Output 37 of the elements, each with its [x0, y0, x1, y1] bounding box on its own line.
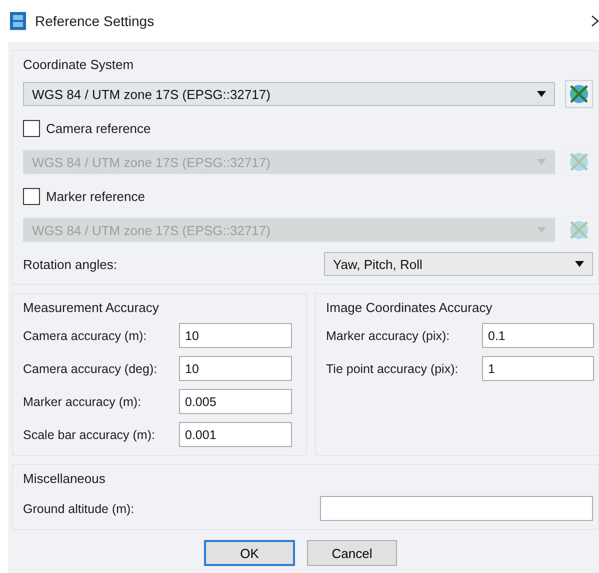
field-label: Rotation angles: [23, 256, 118, 272]
dropdown-arrow-icon [537, 91, 546, 97]
input-field[interactable]: 10 [179, 356, 292, 381]
input-field[interactable]: 0.1 [482, 323, 594, 348]
field-label: Camera accuracy (deg): [23, 362, 158, 376]
rotation-dropdown[interactable]: Yaw, Pitch, Roll [324, 252, 593, 276]
field-label: Scale bar accuracy (m): [23, 428, 156, 442]
group-title: Coordinate System [23, 57, 135, 72]
input-field[interactable]: 0.005 [179, 389, 292, 414]
coordinate-system-dropdown[interactable]: WGS 84 / UTM zone 17S (EPSG::32717) [23, 82, 555, 106]
input-field[interactable]: 1 [482, 356, 594, 381]
globe-tool-icon [568, 83, 590, 105]
globe-tool-icon [568, 151, 590, 173]
dropdown-arrow-icon [575, 261, 584, 267]
checkbox-label: Camera reference [46, 120, 151, 136]
coordinate-system-button[interactable] [565, 80, 593, 108]
app-icon [10, 12, 26, 30]
field-label: Tie point accuracy (pix): [326, 362, 460, 376]
input-field[interactable] [320, 496, 593, 521]
input-field[interactable]: 10 [179, 323, 292, 348]
field-label: Camera accuracy (m): [23, 328, 148, 342]
checkbox[interactable] [23, 120, 40, 136]
field-label: Ground altitude (m): [23, 502, 136, 516]
globe-tool-icon [568, 219, 590, 241]
dropdown-arrow-icon [537, 227, 546, 233]
field-label: Marker accuracy (m): [23, 394, 142, 408]
window-title: Reference Settings [35, 13, 156, 29]
checkbox[interactable] [23, 188, 40, 204]
dialog-button[interactable]: Cancel [307, 540, 397, 566]
group-title: Miscellaneous [23, 471, 106, 486]
checkbox-label: Marker reference [46, 188, 145, 204]
dialog-button[interactable]: OK [204, 540, 295, 566]
input-field[interactable]: 0.001 [179, 422, 292, 447]
group-title: Measurement Accuracy [23, 300, 160, 315]
field-label: Marker accuracy (pix): [326, 328, 451, 342]
group-title: Image Coordinates Accuracy [326, 300, 494, 315]
dropdown-arrow-icon [537, 159, 546, 165]
